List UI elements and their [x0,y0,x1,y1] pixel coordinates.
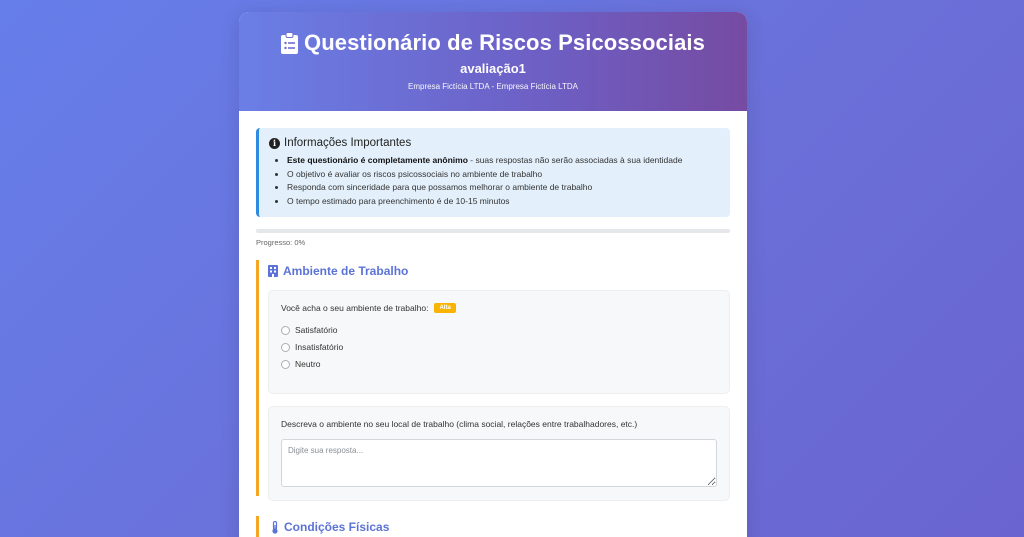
section-physical-conditions: Condições Físicas [256,516,730,537]
radio-button[interactable] [281,325,290,335]
info-item-rest: - suas respostas não serão associadas à … [467,155,683,165]
option-satisfatorio[interactable]: Satisfatório [281,325,717,335]
info-item-sincerity: Responda com sinceridade para que possam… [287,181,718,195]
option-label: Insatisfatório [295,342,344,352]
info-item-objective: O objetivo é avaliar os riscos psicossoc… [287,168,718,182]
info-box: i Informações Importantes Este questioná… [256,128,730,217]
clipboard-list-icon [281,32,298,54]
thermometer-icon [272,520,278,534]
radio-button[interactable] [281,359,290,369]
question-work-environment: Você acha o seu ambiente de trabalho: Al… [268,290,730,394]
page-title-text: Questionário de Riscos Psicossociais [304,30,705,55]
progress-bar [256,229,730,233]
option-insatisfatorio[interactable]: Insatisfatório [281,342,717,352]
form-body: i Informações Importantes Este questioná… [239,111,747,537]
building-icon [268,265,278,277]
radio-button[interactable] [281,342,290,352]
progress-label: Progresso: 0% [256,238,306,247]
option-label: Satisfatório [295,325,338,335]
section-title-text: Ambiente de Trabalho [283,264,409,278]
question-label: Você acha o seu ambiente de trabalho: Al… [281,303,717,313]
priority-badge: Alta [434,303,456,313]
header: Questionário de Riscos Psicossociais ava… [239,12,747,111]
info-circle-icon: i [269,137,280,149]
info-title-text: Informações Importantes [284,137,412,149]
info-item-time: O tempo estimado para preenchimento é de… [287,195,718,209]
section-title-text: Condições Físicas [284,520,390,534]
option-label: Neutro [295,359,321,369]
section-work-environment: Ambiente de Trabalho Você acha o seu amb… [256,260,730,501]
assessment-name: avaliação1 [460,61,526,76]
info-list: Este questionário é completamente anônim… [269,154,718,208]
page-title: Questionário de Riscos Psicossociais [239,30,747,56]
question-text: Você acha o seu ambiente de trabalho: [281,303,429,313]
questionnaire-card: Questionário de Riscos Psicossociais ava… [239,12,747,537]
section-title: Ambiente de Trabalho [268,260,730,278]
info-item-bold: Este questionário é completamente anônim… [287,155,468,165]
answer-textarea[interactable] [281,439,717,487]
info-title: i Informações Importantes [269,137,718,149]
question-describe-environment: Descreva o ambiente no seu local de trab… [268,406,730,501]
info-item-anonymous: Este questionário é completamente anônim… [287,154,718,168]
question-text: Descreva o ambiente no seu local de trab… [281,419,638,429]
company-name: Empresa Fictícia LTDA - Empresa Fictícia… [408,82,578,91]
option-neutro[interactable]: Neutro [281,359,717,369]
